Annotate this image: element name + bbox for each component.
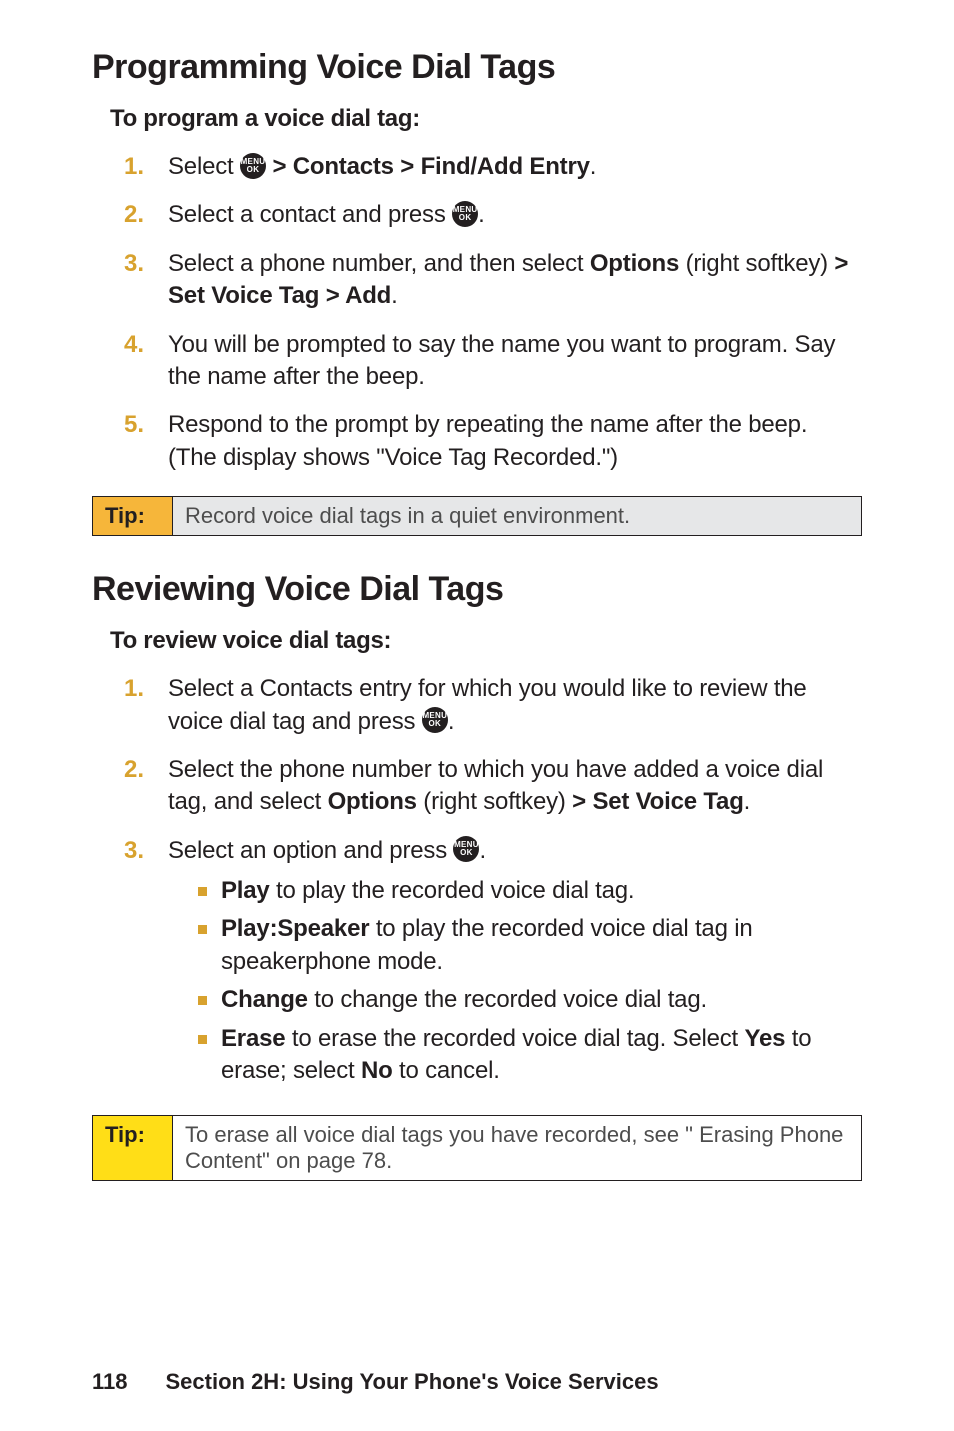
menu-ok-icon	[452, 201, 478, 227]
step-number: 2.	[124, 199, 168, 231]
bullet-text: to change the recorded voice dial tag.	[308, 986, 707, 1013]
option-bullets: Play to play the recorded voice dial tag…	[168, 875, 862, 1087]
tip-box: Tip: To erase all voice dial tags you ha…	[92, 1115, 862, 1181]
step: 2. Select a contact and press .	[124, 199, 862, 231]
bullet-bold: Yes	[744, 1025, 785, 1052]
bullet-text: to play the recorded voice dial tag.	[270, 877, 635, 904]
bullet-item: Change to change the recorded voice dial…	[168, 984, 862, 1016]
step-body: Select > Contacts > Find/Add Entry.	[168, 151, 862, 183]
step-number: 1.	[124, 673, 168, 738]
footer-title: Section 2H: Using Your Phone's Voice Ser…	[166, 1369, 659, 1395]
step-body: Select a Contacts entry for which you wo…	[168, 673, 862, 738]
tip-label: Tip:	[93, 497, 173, 536]
step-bold: Options	[590, 250, 679, 277]
step-body: You will be prompted to say the name you…	[168, 329, 862, 394]
step-tail: .	[448, 708, 454, 735]
step-number: 2.	[124, 754, 168, 819]
step-number: 1.	[124, 151, 168, 183]
step-text: Select an option and press	[168, 837, 453, 864]
step-text: Select a Contacts entry for which you wo…	[168, 675, 807, 734]
step-tail: .	[391, 282, 397, 309]
bullet-bold: No	[361, 1057, 393, 1084]
tip-label: Tip:	[93, 1116, 173, 1181]
step-body: Respond to the prompt by repeating the n…	[168, 409, 862, 474]
step-tail: .	[479, 837, 485, 864]
lead-program: To program a voice dial tag:	[110, 105, 862, 133]
step-tail: .	[744, 788, 750, 815]
step: 3. Select a phone number, and then selec…	[124, 248, 862, 313]
step-text: Select a contact and press	[168, 201, 452, 228]
step-body: Select the phone number to which you hav…	[168, 754, 862, 819]
step: 3. Select an option and press . Play to …	[124, 835, 862, 1094]
menu-ok-icon	[453, 836, 479, 862]
tip-box: Tip: Record voice dial tags in a quiet e…	[92, 496, 862, 536]
bullet-bold: Erase	[221, 1025, 285, 1052]
bullet-bold: Play	[221, 877, 270, 904]
step-text: Select	[168, 153, 240, 180]
steps-review: 1. Select a Contacts entry for which you…	[124, 673, 862, 1093]
menu-ok-icon	[422, 707, 448, 733]
step-number: 3.	[124, 248, 168, 313]
step-text: (right softkey)	[417, 788, 572, 815]
step-number: 4.	[124, 329, 168, 394]
bullet-item: Play:Speaker to play the recorded voice …	[168, 913, 862, 978]
step-tail: .	[478, 201, 484, 228]
step: 5. Respond to the prompt by repeating th…	[124, 409, 862, 474]
heading-programming: Programming Voice Dial Tags	[92, 48, 862, 87]
bullet-bold: Play:Speaker	[221, 915, 369, 942]
step: 4. You will be prompted to say the name …	[124, 329, 862, 394]
step-body: Select a phone number, and then select O…	[168, 248, 862, 313]
bullet-item: Erase to erase the recorded voice dial t…	[168, 1023, 862, 1088]
page-number: 118	[92, 1369, 128, 1395]
bullet-item: Play to play the recorded voice dial tag…	[168, 875, 862, 907]
step: 1. Select a Contacts entry for which you…	[124, 673, 862, 738]
step-bold: > Set Voice Tag	[572, 788, 744, 815]
bullet-text: to cancel.	[393, 1057, 500, 1084]
step-number: 5.	[124, 409, 168, 474]
step-text: (right softkey)	[679, 250, 834, 277]
menu-ok-icon	[240, 153, 266, 179]
step-bold: Options	[328, 788, 417, 815]
step-body: Select a contact and press .	[168, 199, 862, 231]
page-footer: 118 Section 2H: Using Your Phone's Voice…	[92, 1369, 659, 1395]
step-text: Select a phone number, and then select	[168, 250, 590, 277]
tip-message: Record voice dial tags in a quiet enviro…	[173, 497, 862, 536]
step: 2. Select the phone number to which you …	[124, 754, 862, 819]
bullet-text: to erase the recorded voice dial tag. Se…	[285, 1025, 744, 1052]
tip-message: To erase all voice dial tags you have re…	[173, 1116, 862, 1181]
step-number: 3.	[124, 835, 168, 1094]
heading-reviewing: Reviewing Voice Dial Tags	[92, 570, 862, 609]
lead-review: To review voice dial tags:	[110, 627, 862, 655]
bullet-bold: Change	[221, 986, 308, 1013]
step: 1. Select > Contacts > Find/Add Entry.	[124, 151, 862, 183]
step-body: Select an option and press . Play to pla…	[168, 835, 862, 1094]
step-tail: .	[590, 153, 596, 180]
steps-program: 1. Select > Contacts > Find/Add Entry. 2…	[124, 151, 862, 474]
step-bold: > Contacts > Find/Add Entry	[266, 153, 590, 180]
